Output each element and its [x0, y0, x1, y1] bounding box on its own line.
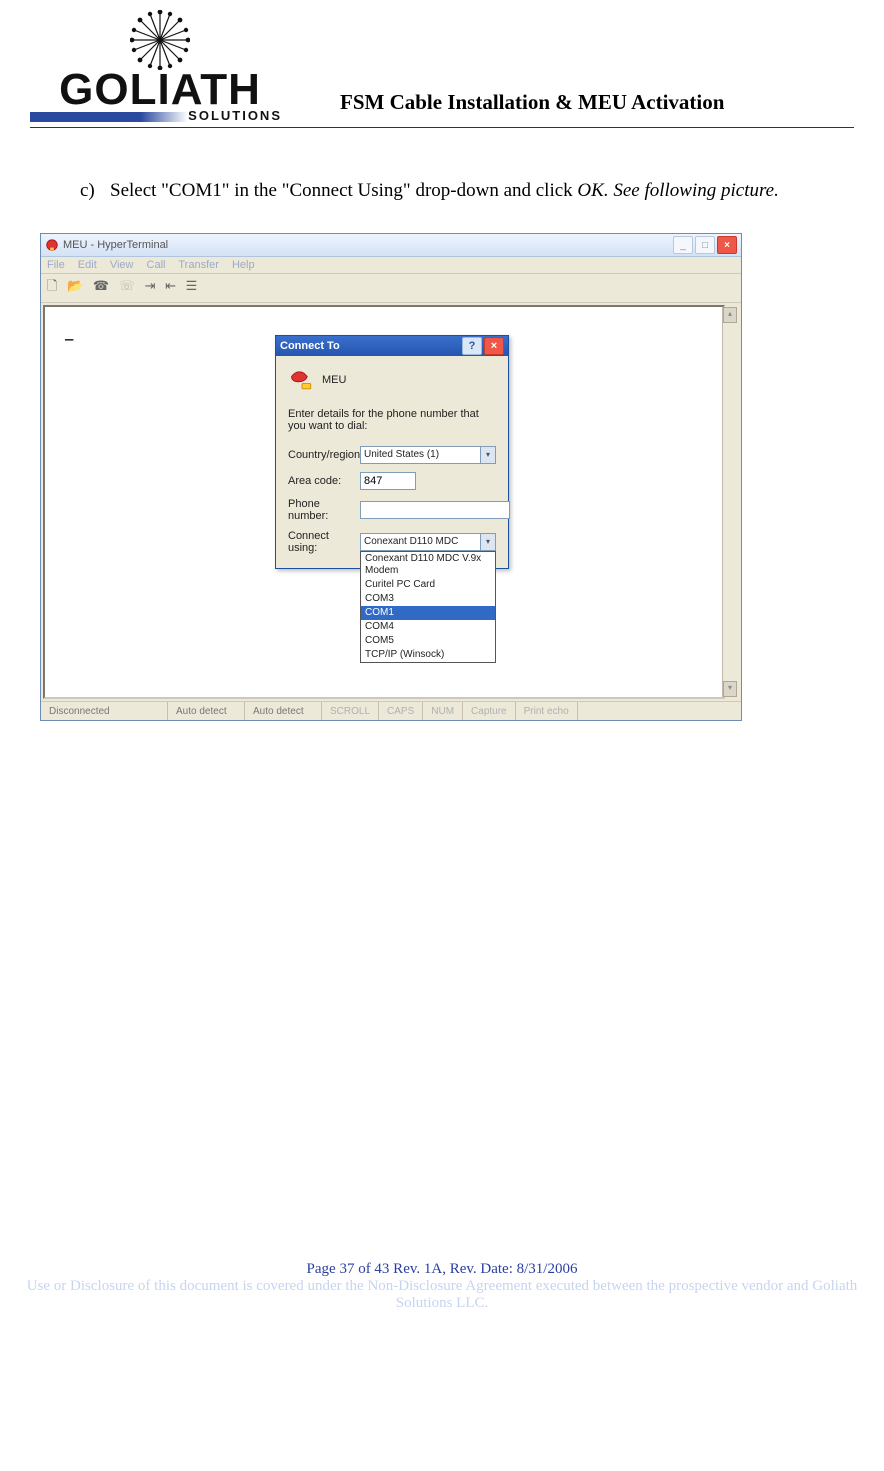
dialog-help-button[interactable]: ?	[462, 337, 482, 355]
dialog-close-button[interactable]: ×	[484, 337, 504, 355]
dropdown-option[interactable]: TCP/IP (Winsock)	[361, 648, 495, 662]
status-capture: Capture	[463, 702, 516, 720]
menu-call[interactable]: Call	[147, 259, 166, 271]
status-scroll: SCROLL	[322, 702, 379, 720]
toolbar-hangup-icon[interactable]: ☏	[119, 278, 135, 293]
status-echo: Print echo	[516, 702, 578, 720]
terminal-area[interactable]: _ ▴ ▾ Connect To ? ×	[43, 305, 725, 699]
dropdown-option[interactable]: Curitel PC Card	[361, 578, 495, 592]
scrollbar[interactable]: ▴ ▾	[722, 307, 737, 697]
maximize-button[interactable]: □	[695, 236, 715, 254]
connect-to-dialog: Connect To ? × MEU Enter details for the…	[275, 335, 509, 569]
document-title: FSM Cable Installation & MEU Activation	[290, 90, 854, 123]
connect-using-dropdown[interactable]: Conexant D110 MDC V.9x ModemCuritel PC C…	[360, 551, 496, 663]
chevron-down-icon: ▾	[480, 447, 495, 463]
menu-file[interactable]: File	[47, 259, 65, 271]
menu-bar: File Edit View Call Transfer Help	[41, 257, 741, 273]
step-ok: OK.	[577, 180, 608, 201]
menu-view[interactable]: View	[110, 259, 134, 271]
menu-edit[interactable]: Edit	[78, 259, 97, 271]
dialog-body: MEU Enter details for the phone number t…	[276, 356, 508, 568]
logo-star-icon	[130, 10, 190, 70]
status-detect2: Auto detect	[245, 702, 322, 720]
page-footer: Page 37 of 43 Rev. 1A, Rev. Date: 8/31/2…	[0, 1261, 884, 1332]
toolbar-open-icon[interactable]: 📂	[67, 278, 83, 293]
footer-nda: Use or Disclosure of this document is co…	[10, 1278, 874, 1312]
connection-name: MEU	[322, 374, 346, 386]
minimize-button[interactable]: _	[673, 236, 693, 254]
status-bar: Disconnected Auto detect Auto detect SCR…	[41, 701, 741, 720]
dialog-title: Connect To	[280, 340, 460, 352]
status-caps: CAPS	[379, 702, 423, 720]
toolbar-call-icon[interactable]: ☎	[93, 278, 109, 293]
dropdown-option[interactable]: COM1	[361, 606, 495, 620]
menu-help[interactable]: Help	[232, 259, 255, 271]
dropdown-option[interactable]: COM3	[361, 592, 495, 606]
connection-icon	[288, 366, 316, 394]
app-icon	[45, 238, 59, 252]
footer-page-info: Page 37 of 43 Rev. 1A, Rev. Date: 8/31/2…	[10, 1261, 874, 1278]
status-spacer	[578, 702, 741, 720]
dropdown-option[interactable]: Conexant D110 MDC V.9x Modem	[361, 552, 495, 578]
connect-using-label: Connect using:	[288, 530, 360, 554]
country-label: Country/region:	[288, 449, 360, 461]
page-header: GOLIATH SOLUTIONS FSM Cable Installation…	[0, 0, 884, 123]
phone-number-label: Phone number:	[288, 498, 360, 522]
window-titlebar[interactable]: MEU - HyperTerminal _ □ ×	[41, 234, 741, 257]
dialog-titlebar[interactable]: Connect To ? ×	[276, 336, 508, 356]
area-code-input[interactable]	[360, 472, 416, 490]
toolbar-receive-icon[interactable]: ⇤	[165, 278, 176, 293]
toolbar: 🗋 📂 ☎ ☏ ⇥ ⇤ ☰	[41, 273, 741, 303]
logo-bar	[30, 112, 188, 122]
area-code-label: Area code:	[288, 475, 360, 487]
hyperterminal-window: MEU - HyperTerminal _ □ × File Edit View…	[40, 233, 742, 721]
step-marker: c)	[80, 178, 110, 204]
scroll-up-icon[interactable]: ▴	[723, 307, 737, 323]
toolbar-send-icon[interactable]: ⇥	[145, 278, 156, 293]
status-detect1: Auto detect	[168, 702, 245, 720]
toolbar-props-icon[interactable]: ☰	[186, 278, 198, 293]
phone-number-input[interactable]	[360, 501, 510, 519]
header-divider	[30, 127, 854, 128]
dropdown-option[interactable]: COM5	[361, 634, 495, 648]
toolbar-new-icon[interactable]: 🗋	[47, 278, 57, 293]
step-text-b: See following picture.	[609, 180, 779, 201]
terminal-container: _ ▴ ▾ Connect To ? ×	[41, 303, 741, 701]
scroll-down-icon[interactable]: ▾	[723, 681, 737, 697]
step-text: Select "COM1" in the "Connect Using" dro…	[110, 178, 779, 204]
country-value: United States (1)	[364, 449, 439, 460]
dropdown-option[interactable]: COM4	[361, 620, 495, 634]
terminal-cursor: _	[65, 325, 73, 341]
logo-text: GOLIATH	[30, 70, 290, 110]
close-button[interactable]: ×	[717, 236, 737, 254]
status-num: NUM	[423, 702, 463, 720]
menu-transfer[interactable]: Transfer	[178, 259, 219, 271]
chevron-down-icon: ▾	[480, 534, 495, 550]
status-connection: Disconnected	[41, 702, 168, 720]
logo-subtitle: SOLUTIONS	[188, 108, 290, 123]
instruction-step: c) Select "COM1" in the "Connect Using" …	[0, 158, 884, 224]
dialog-connection-row: MEU	[288, 366, 496, 394]
dialog-hint: Enter details for the phone number that …	[288, 408, 496, 432]
window-title: MEU - HyperTerminal	[63, 239, 671, 251]
logo: GOLIATH SOLUTIONS	[30, 10, 290, 123]
connect-using-select[interactable]: Conexant D110 MDC V.9x Modem ▾	[360, 533, 496, 551]
country-select[interactable]: United States (1) ▾	[360, 446, 496, 464]
step-text-a: Select "COM1" in the "Connect Using" dro…	[110, 180, 577, 201]
